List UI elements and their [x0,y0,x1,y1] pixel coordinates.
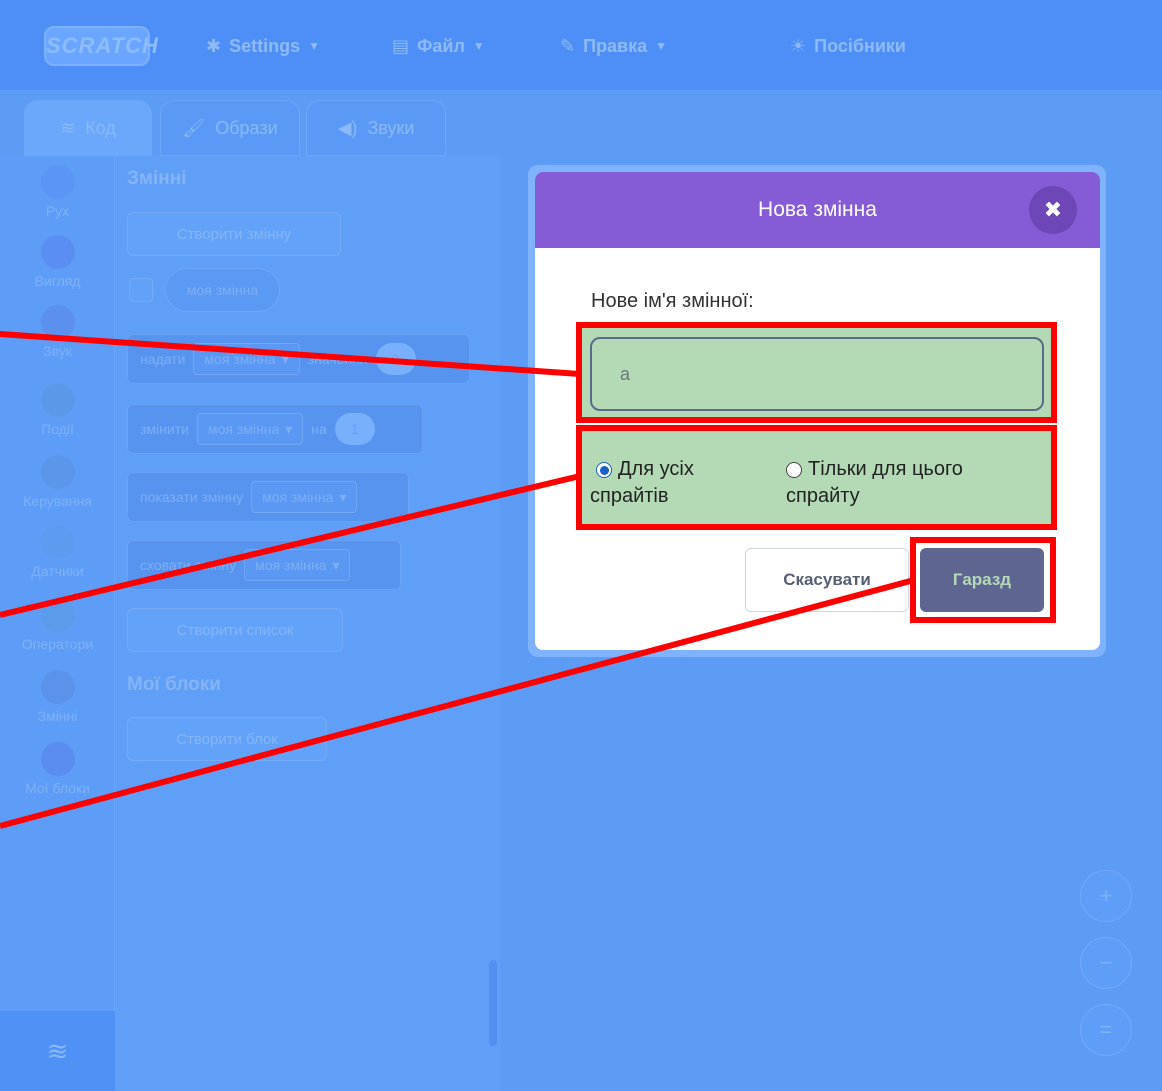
annotation-arrows [0,331,915,829]
arrow-to-radio [0,473,581,618]
arrow-to-input [0,331,581,377]
arrow-to-ok [0,577,915,829]
